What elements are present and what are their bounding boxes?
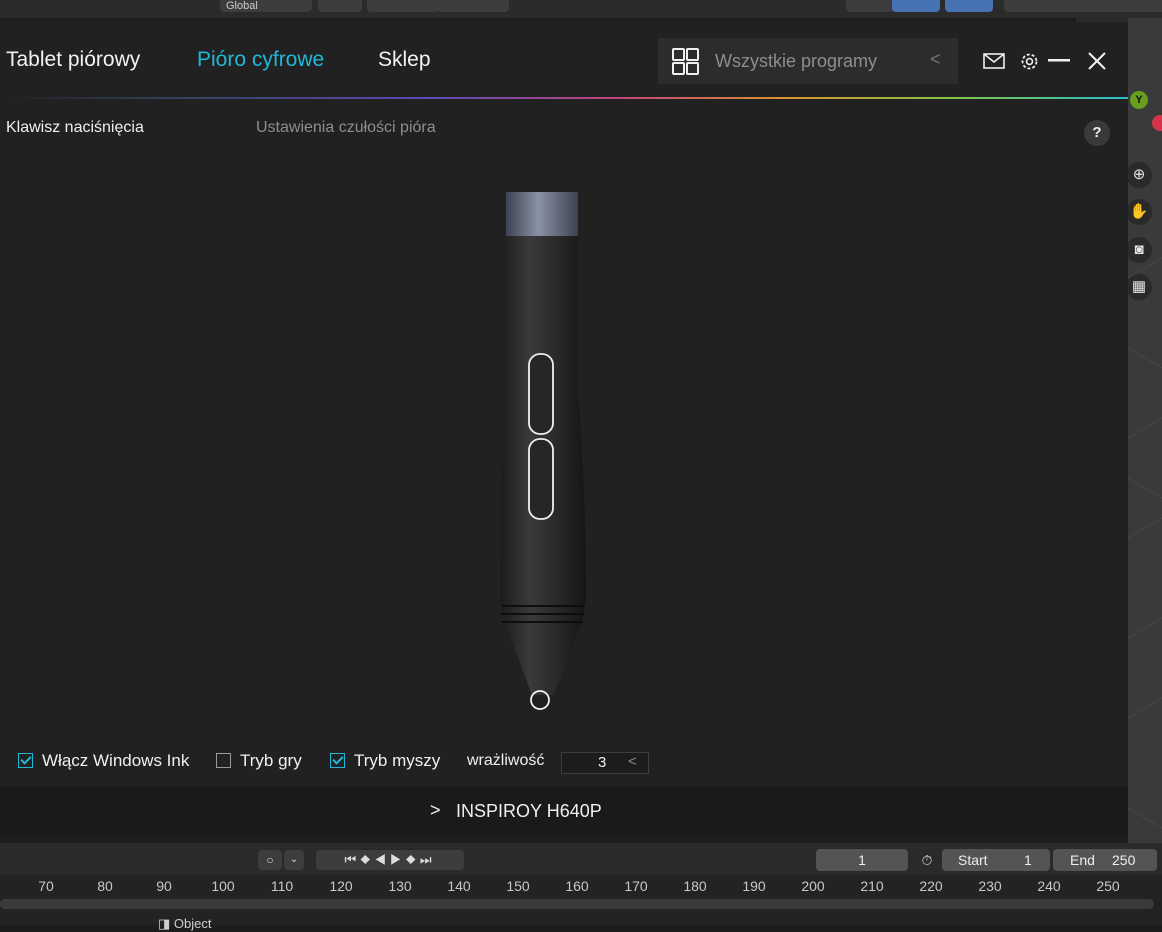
checkbox-unchecked-icon [216, 753, 231, 768]
ruler-tick-label: 190 [742, 878, 766, 894]
zoom-icon[interactable]: ⊕ [1126, 162, 1152, 188]
frame-ruler[interactable]: 70 80 90 100 110 120 130 140 150 160 170 180 190 200 2… [0, 875, 1162, 899]
game-mode-label: Tryb gry [240, 751, 302, 770]
axis-x-gizmo[interactable] [1152, 115, 1162, 131]
subtab-pen-sensitivity[interactable]: Ustawienia czułości pióra [256, 119, 436, 137]
minimize-icon[interactable] [1048, 59, 1070, 63]
ruler-tick-label: 90 [156, 878, 172, 894]
windows-ink-checkbox[interactable]: Włącz Windows Ink [18, 747, 189, 775]
sensitivity-label: wrażliwość [467, 752, 545, 769]
device-bar[interactable]: > INSPIROY H640P [0, 786, 1128, 836]
mouse-mode-checkbox[interactable]: Tryb myszy [330, 747, 440, 775]
blender-timeline: ○ ⌄ ⏮◆◀▶◆⏭ 1 ⏱ Start 1 End 250 70 80 90 100… [0, 843, 1162, 931]
gear-icon[interactable] [1019, 51, 1040, 72]
ruler-tick-label: 170 [624, 878, 648, 894]
ruler-tick-label: 180 [683, 878, 707, 894]
ruler-tick-label: 140 [447, 878, 471, 894]
ruler-tick-label: 250 [1096, 878, 1120, 894]
tab-store[interactable]: Sklep [378, 48, 431, 72]
view-object-types-dropdown[interactable] [846, 0, 894, 12]
device-name: INSPIROY H640P [456, 801, 602, 821]
timeline-scrollbar[interactable] [0, 899, 1154, 909]
pivot-dropdown[interactable] [318, 0, 362, 12]
timeline-header: ○ ⌄ ⏮◆◀▶◆⏭ 1 ⏱ Start 1 End 250 [0, 843, 1162, 875]
snap-dropdown[interactable] [367, 0, 439, 12]
pen-top-cap [506, 192, 578, 236]
game-mode-checkbox[interactable]: Tryb gry [216, 747, 302, 775]
ruler-tick-label: 160 [565, 878, 589, 894]
chevron-left-icon[interactable]: < [628, 753, 637, 770]
pen-upper-button[interactable] [528, 353, 554, 435]
apps-grid-icon [672, 48, 699, 75]
stopwatch-icon[interactable]: ⏱ [916, 850, 938, 870]
xray-toggle[interactable] [1004, 0, 1038, 12]
chevron-right-icon: > [430, 800, 441, 820]
start-frame-field[interactable]: Start 1 [942, 849, 1050, 871]
ruler-tick-label: 240 [1037, 878, 1061, 894]
tab-pen-tablet[interactable]: Tablet piórowy [6, 48, 140, 72]
tablet-driver-window: Tablet piórowy Pióro cyfrowe Sklep Wszys… [0, 22, 1128, 836]
ruler-tick-label: 130 [388, 878, 412, 894]
pen-illustration [500, 192, 586, 710]
all-programs-selector[interactable]: Wszystkie programy < [658, 38, 958, 84]
transform-orientation-dropdown[interactable]: Global [220, 0, 312, 12]
playback-controls[interactable]: ⏮◆◀▶◆⏭ [316, 850, 464, 870]
window-header: Tablet piórowy Pióro cyfrowe Sklep Wszys… [0, 22, 1128, 97]
all-programs-label: Wszystkie programy [715, 51, 878, 71]
gizmo-toggle[interactable] [892, 0, 940, 12]
keyframe-record-button[interactable]: ○ [258, 850, 282, 870]
sensitivity-spinner[interactable]: 3 < [561, 752, 649, 774]
tab-digital-pen[interactable]: Pióro cyfrowe [197, 48, 324, 72]
close-icon[interactable] [1087, 51, 1107, 71]
object-label: ◨ Object [158, 916, 212, 931]
checkbox-checked-icon [330, 753, 345, 768]
blender-header: Global [0, 0, 1162, 18]
pen-options-row: Włącz Windows Ink Tryb gry Tryb myszy wr… [0, 747, 700, 777]
proportional-edit-dropdown[interactable] [437, 0, 509, 12]
hand-pan-icon[interactable]: ✋ [1126, 199, 1152, 225]
end-frame-field[interactable]: End 250 [1053, 849, 1157, 871]
mail-icon[interactable] [983, 53, 1005, 69]
help-icon[interactable]: ? [1084, 120, 1110, 146]
end-value: 250 [1112, 852, 1136, 868]
start-value: 1 [1024, 852, 1032, 868]
grid-lines [1128, 257, 1162, 829]
checkbox-checked-icon [18, 753, 33, 768]
camera-icon[interactable]: ◙ [1126, 237, 1152, 263]
perspective-grid-icon[interactable]: ▦ [1126, 274, 1152, 300]
ruler-tick-label: 70 [38, 878, 54, 894]
subtab-press-keys[interactable]: Klawisz naciśnięcia [6, 119, 144, 137]
ruler-tick-label: 150 [506, 878, 530, 894]
windows-ink-label: Włącz Windows Ink [42, 751, 190, 770]
ruler-tick-label: 220 [919, 878, 943, 894]
ruler-tick-label: 100 [211, 878, 235, 894]
mouse-mode-label: Tryb myszy [354, 751, 441, 770]
chevron-left-icon[interactable]: < [930, 49, 941, 70]
pen-lower-button[interactable] [528, 438, 554, 520]
end-label: End [1070, 852, 1095, 868]
axis-y-gizmo[interactable]: Y [1130, 91, 1148, 109]
sensitivity-value: 3 [598, 754, 607, 771]
3d-viewport[interactable] [1128, 18, 1162, 843]
start-label: Start [958, 852, 988, 868]
chevron-down-icon[interactable]: ⌄ [284, 850, 304, 870]
overlay-toggle[interactable] [945, 0, 993, 12]
object-label-text: Object [173, 916, 212, 931]
ruler-tick-label: 110 [270, 878, 294, 894]
header-divider [0, 97, 1128, 99]
current-frame-field[interactable]: 1 [816, 849, 908, 871]
ruler-tick-label: 80 [97, 878, 113, 894]
shading-mode-buttons[interactable] [1034, 0, 1162, 12]
ruler-tick-label: 120 [329, 878, 353, 894]
ruler-tick-label: 200 [801, 878, 825, 894]
ruler-tick-label: 210 [860, 878, 884, 894]
ruler-tick-label: 230 [978, 878, 1002, 894]
